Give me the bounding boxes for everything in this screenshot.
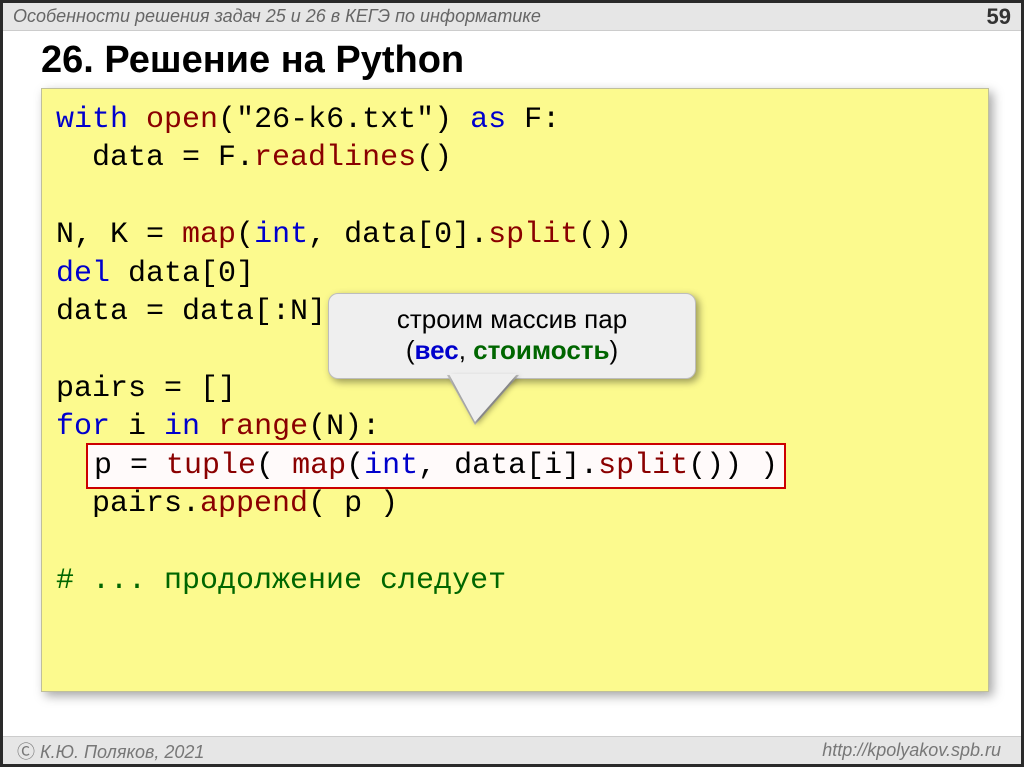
callout-line2: (вес, стоимость)	[343, 335, 681, 366]
code-method: split	[488, 218, 578, 252]
callout-bubble: строим массив пар (вес, стоимость)	[328, 293, 696, 379]
code-keyword: del	[56, 257, 110, 291]
footer-copyright: Ⓒ К.Ю. Поляков, 2021	[17, 738, 204, 764]
topbar-title: Особенности решения задач 25 и 26 в КЕГЭ…	[13, 6, 541, 27]
code-type: int	[254, 218, 308, 252]
code-func: open	[146, 103, 218, 137]
code-keyword: with	[56, 103, 128, 137]
code-func: map	[182, 218, 236, 252]
footer: Ⓒ К.Ю. Поляков, 2021 http://kpolyakov.sp…	[3, 736, 1021, 764]
copyright-icon: Ⓒ	[17, 742, 35, 762]
callout-weight: вес	[415, 335, 459, 365]
code-method: split	[598, 449, 688, 483]
slide: Особенности решения задач 25 и 26 в КЕГЭ…	[0, 0, 1024, 767]
slide-heading: 26. Решение на Python	[3, 31, 1021, 88]
highlighted-line: p = tuple( map(int, data[i].split()) )	[86, 443, 786, 489]
code-string: "26-k6.txt"	[236, 103, 434, 137]
code-func: range	[218, 410, 308, 444]
slide-number: 59	[987, 4, 1011, 30]
code-func: map	[292, 449, 346, 483]
code-func: tuple	[166, 449, 256, 483]
code-keyword: for	[56, 410, 110, 444]
code-block: with open("26-k6.txt") as F: data = F.re…	[41, 88, 989, 692]
callout-tail	[449, 374, 517, 422]
callout-line1: строим массив пар	[343, 304, 681, 335]
code-method: readlines	[254, 141, 416, 175]
code-keyword: in	[164, 410, 200, 444]
code-method: append	[200, 487, 308, 521]
footer-url: http://kpolyakov.spb.ru	[822, 740, 1001, 761]
topbar: Особенности решения задач 25 и 26 в КЕГЭ…	[3, 3, 1021, 31]
callout-cost: стоимость	[473, 335, 609, 365]
code-type: int	[364, 449, 418, 483]
code-comment: # ... продолжение следует	[56, 564, 506, 598]
code-keyword: as	[470, 103, 506, 137]
